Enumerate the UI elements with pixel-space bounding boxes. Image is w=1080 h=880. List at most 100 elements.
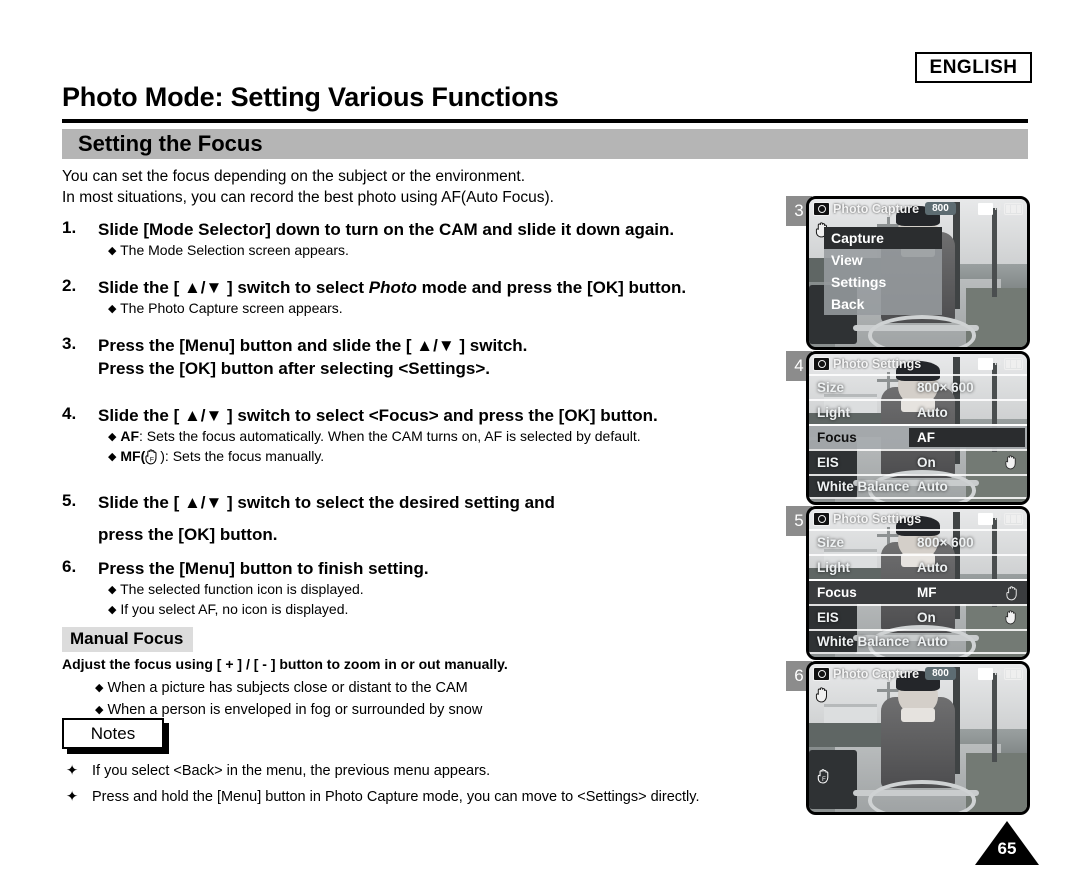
photo-mode-icon: [813, 356, 830, 371]
step-2-bullet-1: ◆ The Photo Capture screen appears.: [108, 299, 777, 319]
intro-line-2: In most situations, you can record the b…: [62, 189, 554, 206]
panel-6-size-badge: 800: [925, 667, 956, 680]
setting-value-size: 800× 600: [917, 535, 974, 550]
step-6-bullet-1-text: The selected function icon is displayed.: [120, 581, 364, 597]
photo-mode-icon: [813, 511, 830, 526]
step-2-heading-italic: Photo: [368, 278, 417, 297]
manual-focus-bullet-1-text: When a picture has subjects close or dis…: [107, 680, 468, 696]
battery-icon: [1004, 667, 1023, 680]
step-6: 6. Press the [Menu] button to finish set…: [62, 557, 777, 620]
step-4-heading: Slide the [ ▲/▼ ] switch to select <Focu…: [98, 406, 658, 425]
setting-row-size[interactable]: Size 800× 600: [809, 529, 1027, 554]
step-6-number: 6.: [62, 557, 77, 576]
menu-item-capture[interactable]: Capture: [824, 227, 942, 249]
setting-label-white-balance: White Balance: [817, 634, 910, 649]
memory-card-icon: [978, 667, 1001, 680]
step-4-bullet-mf: ◆ MF(F): Sets the focus manually.: [108, 447, 777, 467]
setting-label-light: Light: [817, 560, 850, 575]
note-bullet-icon: ✦: [66, 763, 79, 779]
manual-focus-bullet-2-text: When a person is enveloped in fog or sur…: [107, 702, 483, 718]
note-item-1: ✦ If you select <Back> in the menu, the p…: [66, 758, 826, 784]
setting-row-light[interactable]: Light Auto: [809, 554, 1027, 579]
menu-item-settings[interactable]: Settings: [824, 271, 942, 293]
note-item-2: ✦ Press and hold the [Menu] button in Pho…: [66, 784, 826, 810]
menu-item-back[interactable]: Back: [824, 293, 942, 315]
diamond-bullet-icon: ◆: [108, 431, 117, 443]
panel-3-osd-bar: Photo Capture 800: [809, 199, 1027, 218]
step-4-mf-text: ): Sets the focus manually.: [160, 448, 325, 464]
step-4-bullet-af: ◆ AF: Sets the focus automatically. When…: [108, 427, 777, 447]
panel-5-osd-bar: Photo Settings: [809, 509, 1027, 528]
section-title: Setting the Focus: [78, 131, 263, 156]
panel-5-osd-title: Photo Settings: [833, 511, 922, 526]
eis-hand-icon: [1005, 609, 1019, 625]
diamond-bullet-icon: ◆: [108, 451, 117, 463]
panel-5-osd-status: [978, 512, 1023, 525]
panel-6-hand-icon-top: [815, 686, 831, 703]
panel-4-osd-bar: Photo Settings: [809, 354, 1027, 373]
photo-mode-icon: [813, 666, 830, 681]
step-2: 2. Slide the [ ▲/▼ ] switch to select Ph…: [62, 276, 777, 319]
note-item-1-text: If you select <Back> in the menu, the pr…: [92, 763, 491, 779]
memory-card-icon: [978, 357, 1001, 370]
setting-label-focus: Focus: [817, 430, 857, 445]
step-6-heading: Press the [Menu] button to finish settin…: [98, 559, 429, 578]
panel-3-osd-title: Photo Capture: [833, 201, 920, 216]
title-divider: [62, 119, 1028, 123]
setting-row-focus[interactable]: Focus MF: [809, 579, 1027, 604]
note-item-2-text: Press and hold the [Menu] button in Phot…: [92, 789, 700, 805]
step-4-number: 4.: [62, 404, 77, 423]
setting-label-eis: EIS: [817, 610, 839, 625]
panel-4-settings-list[interactable]: Size 800× 600 Light Auto Focus AF EIS On: [809, 374, 1027, 499]
setting-value-eis: On: [917, 455, 936, 470]
step-4: 4. Slide the [ ▲/▼ ] switch to select <F…: [62, 404, 777, 467]
page-number: 65: [975, 821, 1039, 865]
panel-4-osd-title: Photo Settings: [833, 356, 922, 371]
setting-label-focus: Focus: [817, 585, 857, 600]
panel-6-screen: Photo Capture 800 F: [806, 661, 1030, 815]
setting-row-size[interactable]: Size 800× 600: [809, 374, 1027, 399]
menu-item-view[interactable]: View: [824, 249, 942, 271]
panel-6-photo: [809, 664, 1027, 812]
panel-3-size-badge: 800: [925, 202, 956, 215]
setting-row-eis[interactable]: EIS On: [809, 449, 1027, 474]
step-1-heading: Slide [Mode Selector] down to turn on th…: [98, 220, 675, 239]
panel-6-osd-bar: Photo Capture 800: [809, 664, 1027, 683]
step-1-number: 1.: [62, 218, 77, 237]
panel-6-osd-status: [978, 667, 1023, 680]
setting-label-size: Size: [817, 535, 845, 550]
intro-paragraph: You can set the focus depending on the s…: [62, 166, 762, 208]
setting-value-light: Auto: [917, 405, 948, 420]
setting-label-size: Size: [817, 380, 845, 395]
battery-icon: [1004, 512, 1023, 525]
step-2-heading-b: mode and press the [OK] button.: [416, 278, 687, 297]
setting-row-white-balance[interactable]: White Balance Auto: [809, 474, 1027, 499]
setting-label-light: Light: [817, 405, 850, 420]
page-number-text: 65: [997, 839, 1017, 858]
step-1-bullet-1-text: The Mode Selection screen appears.: [120, 242, 349, 258]
setting-row-eis[interactable]: EIS On: [809, 604, 1027, 629]
diamond-bullet-icon: ◆: [108, 245, 117, 257]
setting-row-focus[interactable]: Focus AF: [809, 424, 1027, 449]
memory-card-icon: [978, 202, 1001, 215]
panel-6-osd-title: Photo Capture: [833, 666, 920, 681]
setting-row-white-balance[interactable]: White Balance Auto: [809, 629, 1027, 654]
panel-5-settings-list[interactable]: Size 800× 600 Light Auto Focus MF EIS On: [809, 529, 1027, 654]
manual-focus-hand-icon: F: [145, 448, 160, 465]
step-3-number: 3.: [62, 334, 77, 353]
setting-row-light[interactable]: Light Auto: [809, 399, 1027, 424]
step-1-bullet-1: ◆ The Mode Selection screen appears.: [108, 241, 777, 261]
step-5-heading: Slide the [ ▲/▼ ] switch to select the d…: [98, 493, 555, 512]
panel-3-menu[interactable]: Capture View Settings Back: [824, 227, 942, 315]
step-1: 1. Slide [Mode Selector] down to turn on…: [62, 218, 777, 261]
step-5: 5. Slide the [ ▲/▼ ] switch to select th…: [62, 491, 777, 546]
battery-icon: [1004, 357, 1023, 370]
manual-focus-hand-icon: [1006, 585, 1020, 601]
setting-value-focus-chip[interactable]: AF: [909, 428, 1025, 447]
manual-focus-bullet-1: ◆ When a picture has subjects close or d…: [95, 677, 482, 699]
manual-focus-indicator-icon: F: [817, 768, 832, 784]
battery-icon: [1004, 202, 1023, 215]
setting-value-focus: MF: [917, 585, 937, 600]
manual-page: ENGLISH Photo Mode: Setting Various Func…: [0, 0, 1080, 880]
step-2-bullet-1-text: The Photo Capture screen appears.: [120, 300, 343, 316]
